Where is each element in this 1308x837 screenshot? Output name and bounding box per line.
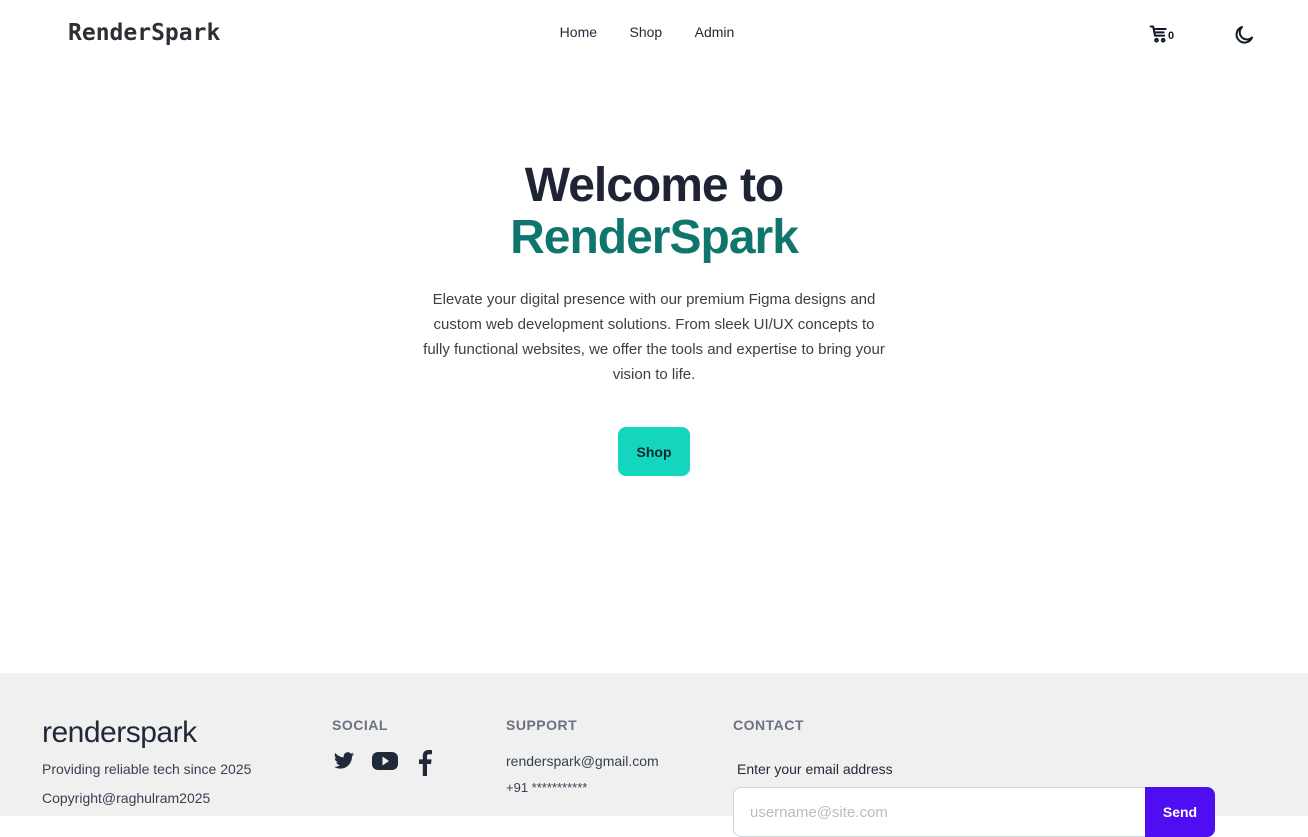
nav-link-admin[interactable]: Admin [695, 24, 735, 40]
theme-toggle-button[interactable] [1232, 23, 1258, 49]
hero-title: Welcome to [524, 159, 785, 212]
social-heading: SOCIAL [332, 717, 388, 733]
nav-link-shop[interactable]: Shop [629, 24, 662, 40]
footer-tagline: Providing reliable tech since 2025 [42, 761, 252, 777]
footer: renderspark Providing reliable tech sinc… [0, 673, 1308, 837]
shop-button[interactable]: Shop [618, 427, 690, 476]
youtube-icon[interactable] [372, 750, 398, 777]
support-heading: SUPPORT [506, 717, 578, 733]
hero-description: Elevate your digital presence with our p… [423, 291, 885, 383]
brand-logo[interactable]: RenderSpark [68, 20, 220, 46]
support-phone: +91 *********** [506, 780, 588, 795]
twitter-icon[interactable] [332, 750, 356, 777]
cart-count-badge: 0 [1168, 30, 1175, 42]
email-field[interactable] [733, 787, 1145, 837]
shopping-cart-icon [1149, 25, 1167, 43]
facebook-icon[interactable] [418, 750, 432, 781]
moon-icon [1235, 26, 1253, 44]
cart-button[interactable]: 0 [1147, 20, 1181, 50]
contact-heading: CONTACT [733, 717, 804, 733]
email-field-label: Enter your email address [737, 761, 893, 777]
hero-title-brand: RenderSpark [510, 211, 799, 264]
navbar: RenderSpark Home Shop Admin 0 [0, 0, 1308, 70]
hero-section: Welcome to RenderSpark Elevate your digi… [0, 160, 1308, 476]
support-email[interactable]: renderspark@gmail.com [506, 753, 659, 769]
nav-link-home[interactable]: Home [560, 24, 597, 40]
footer-logo: renderspark [42, 716, 197, 749]
footer-copyright: Copyright@raghulram2025 [42, 790, 211, 806]
send-button[interactable]: Send [1145, 787, 1215, 837]
